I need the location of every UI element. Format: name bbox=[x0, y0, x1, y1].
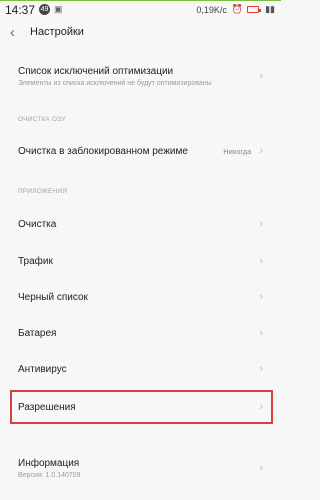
apps-item-permissions[interactable]: Разрешения › bbox=[0, 394, 281, 420]
chevron-right-icon: › bbox=[259, 326, 263, 339]
chevron-right-icon: › bbox=[259, 144, 263, 157]
info-item[interactable]: Информация Версия: 1.0.140709 › bbox=[0, 452, 281, 484]
status-time: 14:37 bbox=[5, 2, 36, 17]
chevron-right-icon: › bbox=[259, 217, 263, 230]
status-bar: 14:37 49 ▣ 0,19K/c ⏰ ▮▮ bbox=[0, 1, 281, 18]
chevron-right-icon: › bbox=[259, 254, 263, 267]
apps-item-antivirus[interactable]: Антивирус › bbox=[0, 356, 281, 382]
photo-icon: ▣ bbox=[54, 4, 63, 14]
chevron-right-icon: › bbox=[259, 400, 263, 413]
chevron-right-icon: › bbox=[259, 290, 263, 303]
chevron-right-icon: › bbox=[259, 362, 263, 375]
battery-icon bbox=[247, 6, 262, 13]
nav-bar: ‹ Настройки bbox=[0, 18, 281, 46]
apps-item-blacklist[interactable]: Черный список › bbox=[0, 284, 281, 310]
optimization-exceptions-item[interactable]: Список исключений оптимизации Элементы и… bbox=[0, 60, 281, 92]
optimization-exceptions-subtitle: Элементы из списка исключений не будут о… bbox=[18, 79, 212, 87]
signal-icon: ▮▮ bbox=[265, 4, 275, 14]
locked-cleanup-item[interactable]: Очистка в заблокированном режиме Никогда… bbox=[0, 138, 281, 164]
chevron-right-icon: › bbox=[259, 461, 263, 474]
apps-item-label: Разрешения bbox=[18, 401, 76, 413]
section-header-apps: ПРИЛОЖЕНИЯ bbox=[18, 188, 68, 195]
net-speed: 0,19K/c bbox=[196, 4, 227, 15]
apps-item-battery[interactable]: Батарея › bbox=[0, 320, 281, 346]
info-title: Информация bbox=[18, 457, 80, 469]
apps-item-label: Очистка bbox=[18, 218, 57, 230]
apps-item-label: Трафик bbox=[18, 255, 53, 267]
apps-item-label: Антивирус bbox=[18, 363, 67, 375]
notification-badge: 49 bbox=[39, 4, 51, 15]
locked-cleanup-title: Очистка в заблокированном режиме bbox=[18, 145, 188, 157]
apps-item-traffic[interactable]: Трафик › bbox=[0, 248, 281, 274]
section-header-ram: ОЧИСТКА ОЗУ bbox=[18, 116, 66, 123]
chevron-left-icon[interactable]: ‹ bbox=[10, 25, 24, 40]
apps-item-label: Черный список bbox=[18, 291, 88, 303]
chevron-right-icon: › bbox=[259, 69, 263, 82]
page-title: Настройки bbox=[30, 26, 84, 38]
apps-item-cleanup[interactable]: Очистка › bbox=[0, 211, 281, 237]
info-version: Версия: 1.0.140709 bbox=[18, 471, 81, 479]
locked-cleanup-value: Никогда bbox=[223, 146, 252, 156]
apps-item-label: Батарея bbox=[18, 327, 57, 339]
optimization-exceptions-title: Список исключений оптимизации bbox=[18, 65, 174, 77]
alarm-icon: ⏰ bbox=[231, 4, 244, 14]
